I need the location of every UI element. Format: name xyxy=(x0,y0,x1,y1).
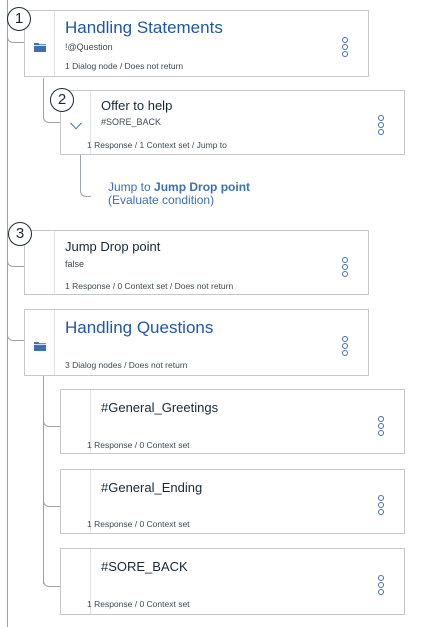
node-title: #General_Greetings xyxy=(101,400,219,415)
node-title: Handling Questions xyxy=(65,318,214,337)
node-handling-questions[interactable]: Handling Questions 3 Dialog nodes / Does… xyxy=(24,309,369,376)
node-title: Handling Statements xyxy=(65,18,223,37)
node-title: #General_Ending xyxy=(101,480,203,495)
node-meta: 1 Response / 0 Context set xyxy=(87,519,190,529)
node-title: Jump Drop point xyxy=(65,239,161,254)
node-sore-back[interactable]: #SORE_BACK 1 Response / 0 Context set xyxy=(60,548,405,615)
node-general-ending[interactable]: #General_Ending 1 Response / 0 Context s… xyxy=(60,469,405,534)
node-condition: false xyxy=(65,259,85,269)
node-jump-drop-point[interactable]: Jump Drop point false 1 Response / 0 Con… xyxy=(24,230,369,295)
node-meta: 1 Response / 0 Context set / Does not re… xyxy=(65,281,234,291)
jump-condition: (Evaluate condition) xyxy=(108,193,215,207)
overflow-menu-icon[interactable] xyxy=(378,575,384,595)
tree-connector xyxy=(43,480,61,507)
tree-root-line xyxy=(7,0,8,627)
overflow-menu-icon[interactable] xyxy=(342,257,348,277)
jump-to-prefix: Jump to xyxy=(108,180,155,194)
step-badge-3: 3 xyxy=(8,222,32,246)
node-condition: !@Question xyxy=(65,42,113,52)
overflow-menu-icon[interactable] xyxy=(378,495,384,515)
dialog-tree: Handling Statements !@Question 1 Dialog … xyxy=(0,0,423,627)
overflow-menu-icon[interactable] xyxy=(378,416,384,436)
node-meta: 1 Response / 0 Context set xyxy=(87,440,190,450)
overflow-menu-icon[interactable] xyxy=(378,115,384,135)
node-condition: #SORE_BACK xyxy=(101,117,162,127)
tree-connector xyxy=(80,152,91,197)
node-general-greetings[interactable]: #General_Greetings 1 Response / 0 Contex… xyxy=(60,389,405,454)
node-meta: 3 Dialog nodes / Does not return xyxy=(65,360,188,370)
node-offer-to-help[interactable]: Offer to help #SORE_BACK 1 Response / 1 … xyxy=(60,90,405,155)
node-handling-statements[interactable]: Handling Statements !@Question 1 Dialog … xyxy=(24,10,369,77)
node-title: Offer to help xyxy=(101,98,173,113)
node-meta: 1 Response / 0 Context set xyxy=(87,599,190,609)
node-title: #SORE_BACK xyxy=(101,559,188,574)
overflow-menu-icon[interactable] xyxy=(342,37,348,57)
node-meta: 1 Response / 1 Context set / Jump to xyxy=(87,140,227,150)
tree-connector xyxy=(43,560,61,587)
jump-to-link[interactable]: Jump to Jump Drop point (Evaluate condit… xyxy=(108,181,250,207)
step-badge-2: 2 xyxy=(50,88,74,112)
step-badge-1: 1 xyxy=(7,7,31,31)
node-meta: 1 Dialog node / Does not return xyxy=(65,61,184,71)
jump-to-target: Jump Drop point xyxy=(154,180,251,194)
tree-connector xyxy=(43,400,61,427)
overflow-menu-icon[interactable] xyxy=(342,336,348,356)
chevron-down-icon[interactable] xyxy=(70,122,82,130)
folder-icon xyxy=(34,342,46,351)
folder-icon xyxy=(34,43,46,52)
tree-connector xyxy=(7,318,25,341)
